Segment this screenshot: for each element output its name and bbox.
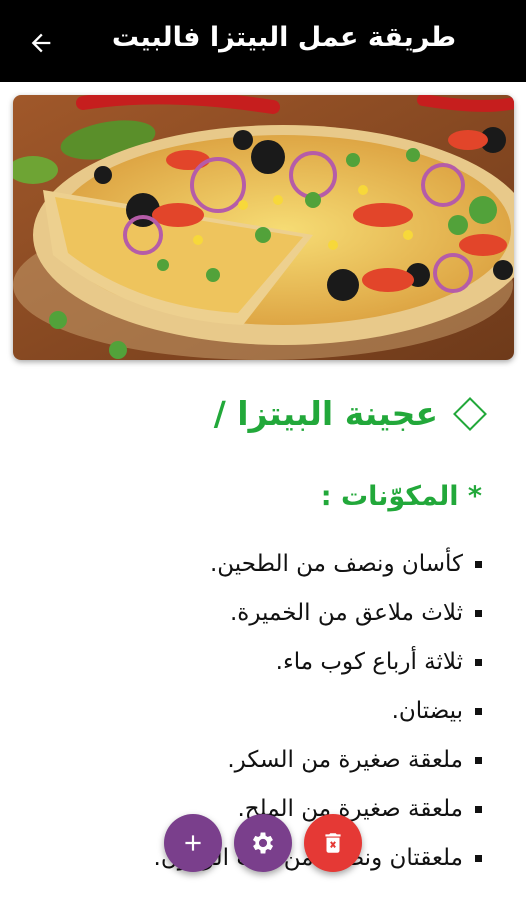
list-item: كأسان ونصف من الطحين. <box>0 540 482 589</box>
bullet-icon <box>475 806 482 813</box>
back-button[interactable] <box>22 24 60 62</box>
recipe-content: عجينة البيتزا / * المكوّنات : كأسان ونصف… <box>0 380 526 883</box>
ingredient-text: ثلاثة أرباع كوب ماء. <box>275 649 463 675</box>
diamond-outline-icon <box>453 396 487 431</box>
list-item: بيضتان. <box>0 687 482 736</box>
list-item: ثلاثة أرباع كوب ماء. <box>0 638 482 687</box>
list-item: ثلاث ملاعق من الخميرة. <box>0 589 482 638</box>
pizza-photo <box>13 95 514 360</box>
bullet-icon <box>475 855 482 862</box>
delete-button[interactable] <box>304 814 362 872</box>
pizza-image <box>13 95 514 360</box>
plus-icon <box>185 835 201 851</box>
bullet-icon <box>475 561 482 568</box>
section-heading: عجينة البيتزا / <box>0 394 487 433</box>
arrow-back-icon <box>31 33 51 53</box>
ingredient-text: بيضتان. <box>391 698 463 724</box>
gear-icon <box>252 832 274 854</box>
page-title: طريقة عمل البيتزا فالبيت <box>111 22 456 53</box>
settings-button[interactable] <box>234 814 292 872</box>
ingredients-heading: * المكوّنات : <box>320 481 482 512</box>
trash-icon <box>325 833 341 853</box>
bullet-icon <box>475 610 482 617</box>
ingredient-text: ملعقة صغيرة من السكر. <box>227 747 463 773</box>
add-button[interactable] <box>164 814 222 872</box>
section-heading-text: عجينة البيتزا / <box>213 394 438 433</box>
list-item: ملعقة صغيرة من السكر. <box>0 736 482 785</box>
bullet-icon <box>475 659 482 666</box>
bullet-icon <box>475 757 482 764</box>
ingredient-text: كأسان ونصف من الطحين. <box>209 551 463 577</box>
ingredient-text: ثلاث ملاعق من الخميرة. <box>229 600 463 626</box>
app-bar: طريقة عمل البيتزا فالبيت <box>0 0 526 82</box>
bullet-icon <box>475 708 482 715</box>
